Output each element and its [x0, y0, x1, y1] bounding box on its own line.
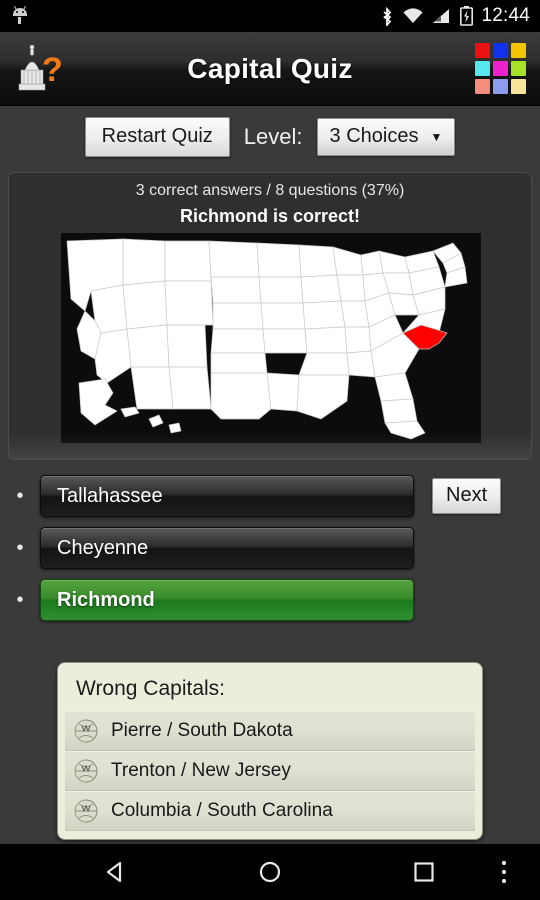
answer-row: • Tallahassee Next [0, 470, 540, 522]
title-bar: ? Capital Quiz [0, 32, 540, 106]
android-nav-bar [0, 844, 540, 900]
level-spinner-value: 3 Choices [329, 125, 419, 147]
list-item[interactable]: Pierre / South Dakota [65, 711, 475, 751]
recents-icon[interactable] [411, 859, 437, 885]
answer-row: • Richmond [0, 574, 540, 626]
overflow-menu-icon[interactable] [499, 858, 509, 886]
bullet-icon: • [16, 485, 24, 507]
wrong-capitals-panel: Wrong Capitals: Pierre / South Dakota Tr… [57, 662, 483, 840]
page-title: Capital Quiz [187, 52, 353, 84]
android-robot-icon [12, 6, 28, 25]
level-spinner[interactable]: 3 Choices ▼ [316, 118, 456, 156]
quiz-map-panel: 3 correct answers / 8 questions (37%) Ri… [8, 172, 532, 460]
level-label: Level: [243, 124, 303, 149]
cell-signal-icon [433, 9, 450, 23]
home-icon[interactable] [257, 859, 283, 885]
wrong-capitals-title: Wrong Capitals: [76, 677, 226, 700]
answer-options-list: • Tallahassee Next • Cheyenne • Richmond [0, 470, 540, 626]
status-right-icons: 12:44 [380, 5, 530, 27]
answer-option-1[interactable]: Tallahassee [40, 475, 414, 517]
bullet-icon: • [16, 537, 24, 559]
score-text: 3 correct answers / 8 questions (37%) [135, 182, 405, 199]
status-left-icons [12, 6, 28, 25]
wrong-capital-label: Columbia / South Carolina [111, 800, 333, 821]
next-button[interactable]: Next [432, 478, 502, 514]
wifi-icon [403, 8, 423, 23]
usa-map [61, 233, 481, 443]
list-item[interactable]: Columbia / South Carolina [65, 791, 475, 831]
wrong-capitals-list: Pierre / South Dakota Trenton / New Jers… [58, 711, 482, 831]
wikipedia-globe-icon [74, 799, 98, 823]
status-bar: 12:44 [0, 0, 540, 32]
wikipedia-globe-icon [74, 759, 98, 783]
battery-charging-icon [460, 6, 474, 26]
wrong-capital-label: Trenton / New Jersey [111, 760, 291, 781]
answer-option-3[interactable]: Richmond [40, 579, 414, 621]
wikipedia-globe-icon [74, 719, 98, 743]
restart-quiz-button[interactable]: Restart Quiz [84, 117, 230, 157]
color-grid-icon[interactable] [475, 43, 526, 94]
back-icon[interactable] [103, 859, 129, 885]
answer-option-2[interactable]: Cheyenne [40, 527, 414, 569]
verdict-text: Richmond is correct! [179, 206, 361, 226]
controls-row: Restart Quiz Level: 3 Choices ▼ [0, 106, 540, 168]
list-item[interactable]: Trenton / New Jersey [65, 751, 475, 791]
bluetooth-icon [383, 6, 392, 26]
app-root: 12:44 ? Capital Quiz Restart Quiz Level:… [0, 0, 540, 900]
chevron-down-icon: ▼ [430, 129, 443, 144]
status-time: 12:44 [481, 5, 530, 26]
bullet-icon: • [16, 589, 24, 611]
answer-row: • Cheyenne [0, 522, 540, 574]
wrong-capital-label: Pierre / South Dakota [111, 720, 293, 741]
